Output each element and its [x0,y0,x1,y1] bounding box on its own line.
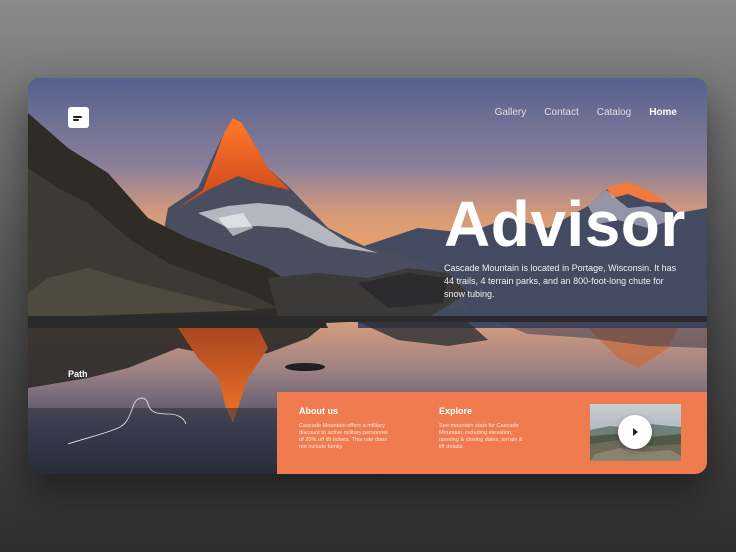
explore-section: Explore See mountain stats for Cascade M… [439,406,529,451]
menu-icon-line [73,119,79,121]
info-panel: About us Cascade Mountain offers a milit… [277,392,707,474]
nav-home[interactable]: Home [649,106,677,120]
nav-gallery[interactable]: Gallery [495,106,527,120]
explore-text: See mountain stats for Cascade Mountain,… [439,423,523,450]
top-navigation: Gallery Contact Catalog Home [477,106,677,120]
path-line-icon [67,397,187,445]
play-button[interactable] [618,415,652,449]
hero-title: Advisor [444,188,686,260]
hero-card: Gallery Contact Catalog Home Advisor Cas… [28,78,707,474]
hero-description: Cascade Mountain is located in Portage, … [444,263,677,299]
nav-catalog[interactable]: Catalog [597,106,631,120]
about-heading[interactable]: About us [299,406,389,416]
about-text: Cascade Mountain offers a military disco… [299,423,388,450]
path-label: Path [68,369,88,379]
nav-contact[interactable]: Contact [544,106,578,120]
about-section: About us Cascade Mountain offers a milit… [299,406,389,451]
explore-heading[interactable]: Explore [439,406,529,416]
menu-icon [73,116,82,118]
video-thumbnail[interactable] [590,404,681,461]
menu-button[interactable] [68,107,89,128]
play-icon [633,428,638,436]
